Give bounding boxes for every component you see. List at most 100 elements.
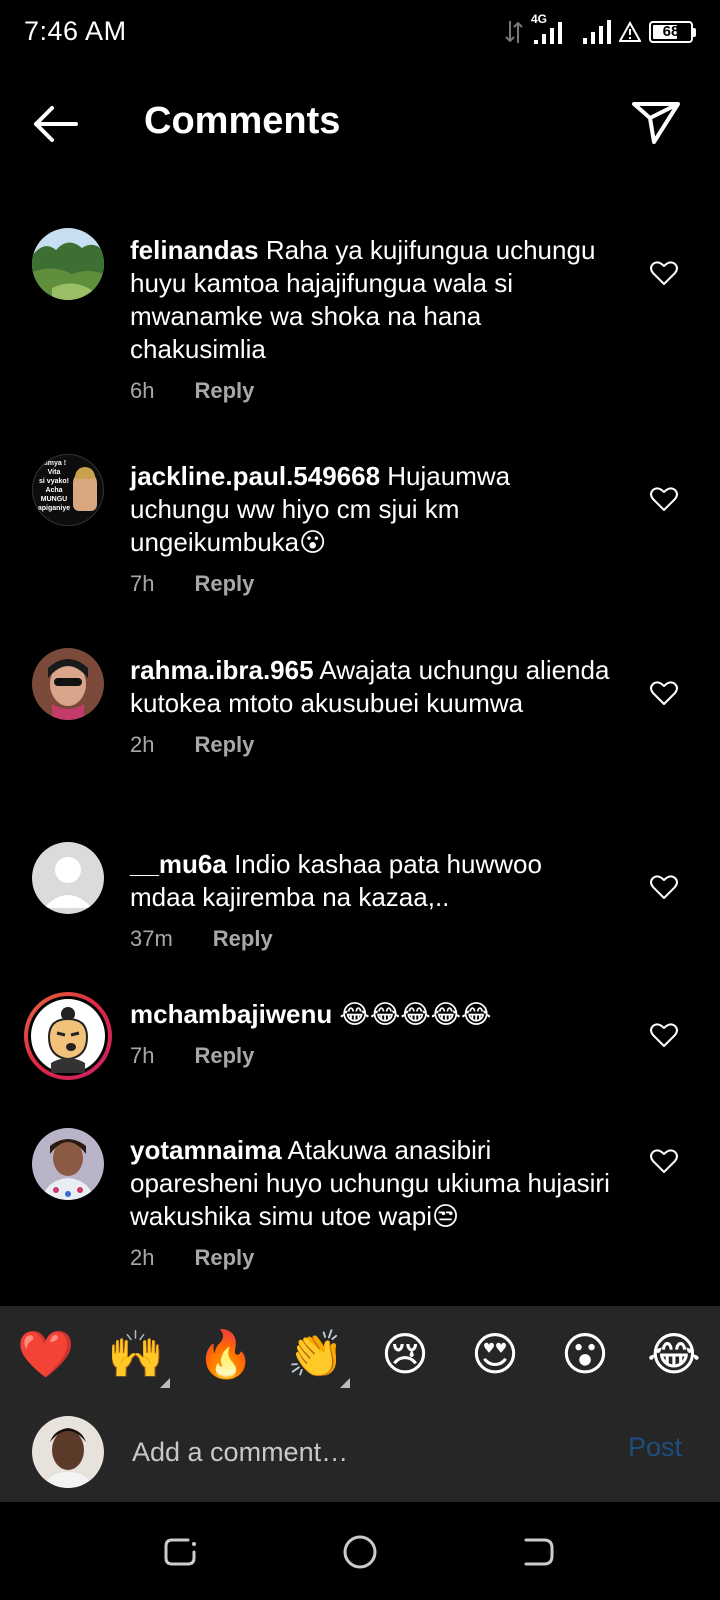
signal-4g-icon: 4G [531, 12, 573, 46]
like-button[interactable] [650, 1148, 678, 1174]
recents-icon [164, 1538, 196, 1566]
comment-text: __mu6a Indio kashaa pata huwwoo mdaa kaj… [130, 848, 610, 914]
comment-item: kimya ! Vita si vyako! Acha MUNGU apigan… [0, 454, 720, 604]
emoji-clapping-hands[interactable]: 👏 [286, 1324, 346, 1384]
battery-icon: 68 [649, 21, 696, 43]
nav-back-icon [524, 1538, 554, 1566]
comment-meta: 7h Reply [130, 571, 610, 597]
reply-button[interactable]: Reply [194, 571, 254, 597]
warning-icon [619, 21, 641, 42]
heart-icon [650, 875, 678, 899]
comment-time: 2h [130, 1245, 155, 1270]
back-button[interactable] [30, 102, 80, 146]
recents-button[interactable] [160, 1532, 200, 1572]
page-title: Comments [144, 100, 341, 142]
comment-input-bar: Post [0, 1402, 720, 1502]
emoji-raised-hands[interactable]: 🙌 [106, 1324, 166, 1384]
heart-icon [650, 261, 678, 285]
comment-meta: 7h Reply [130, 1043, 610, 1069]
arrow-left-icon [34, 106, 78, 142]
comment-text: felinandas Raha ya kujifungua uchungu hu… [130, 234, 610, 366]
comment-username[interactable]: __mu6a [130, 849, 227, 879]
emoji-heart[interactable]: ❤️ [16, 1324, 76, 1384]
comment-username[interactable]: felinandas [130, 235, 259, 265]
status-time: 7:46 AM [24, 16, 127, 46]
reply-button[interactable]: Reply [194, 1043, 254, 1069]
avatar[interactable] [32, 228, 104, 300]
comment-input[interactable] [132, 1420, 602, 1484]
reply-button[interactable]: Reply [194, 1245, 254, 1271]
heart-icon [650, 1149, 678, 1173]
like-button[interactable] [650, 486, 678, 512]
comment-item: felinandas Raha ya kujifungua uchungu hu… [0, 228, 720, 418]
emoji-crying-face[interactable]: 😢 [375, 1324, 435, 1384]
comment-item: __mu6a Indio kashaa pata huwwoo mdaa kaj… [0, 842, 720, 962]
battery-level: 68 [662, 23, 680, 40]
nav-back-button[interactable] [518, 1532, 558, 1572]
status-bar: 7:46 AM 4G 68 [0, 0, 720, 64]
reply-button[interactable]: Reply [194, 378, 254, 404]
like-button[interactable] [650, 874, 678, 900]
avatar-caption: Vita [47, 469, 61, 476]
comment-item: rahma.ibra.965 Awajata uchungu alienda k… [0, 648, 720, 798]
emoji-heart-eyes[interactable]: 😍 [465, 1324, 525, 1384]
comment-body: mchambajiwenu 😂😂😂😂😂 7h Reply [130, 998, 610, 1069]
avatar-caption: kimya ! [41, 460, 67, 467]
comment-item: yotamnaima Atakuwa anasibiri oparesheni … [0, 1128, 720, 1278]
paper-plane-icon [632, 102, 680, 144]
comment-time: 6h [130, 378, 155, 403]
avatar-story-ring[interactable] [24, 992, 112, 1080]
heart-icon [650, 1023, 678, 1047]
comment-meta: 2h Reply [130, 732, 610, 758]
avatar[interactable] [32, 648, 104, 720]
heart-icon [650, 487, 678, 511]
like-button[interactable] [650, 260, 678, 286]
comment-text: rahma.ibra.965 Awajata uchungu alienda k… [130, 654, 610, 720]
comment-body: felinandas Raha ya kujifungua uchungu hu… [130, 234, 610, 404]
comment-text: mchambajiwenu 😂😂😂😂😂 [130, 998, 610, 1031]
comment-meta: 2h Reply [130, 1245, 610, 1271]
avatar[interactable]: kimya ! Vita si vyako! Acha MUNGU apigan… [32, 454, 104, 526]
header: Comments [0, 80, 720, 168]
emoji-surprised-face[interactable]: 😮 [555, 1324, 615, 1384]
comment-meta: 6h Reply [130, 378, 610, 404]
comment-time: 7h [130, 1043, 155, 1068]
avatar [31, 999, 105, 1073]
avatar[interactable] [32, 1128, 104, 1200]
heart-icon [650, 681, 678, 705]
avatar[interactable] [32, 842, 104, 914]
data-transfer-icon [505, 21, 523, 43]
signal-bars-icon [583, 20, 611, 44]
comment-time: 7h [130, 571, 155, 596]
comment-username[interactable]: jackline.paul.549668 [130, 461, 380, 491]
comment-text: jackline.paul.549668 Hujaumwa uchungu ww… [130, 460, 610, 559]
comment-username[interactable]: mchambajiwenu [130, 999, 332, 1029]
comment-body: jackline.paul.549668 Hujaumwa uchungu ww… [130, 460, 610, 597]
comment-text: yotamnaima Atakuwa anasibiri oparesheni … [130, 1134, 610, 1233]
avatar-caption: si vyako! [39, 478, 69, 485]
comment-content: 😂😂😂😂😂 [332, 999, 492, 1029]
share-button[interactable] [630, 96, 682, 148]
avatar-caption: MUNGU [40, 496, 68, 503]
comment-username[interactable]: yotamnaima [130, 1135, 282, 1165]
avatar-caption: apiganiye [37, 505, 71, 512]
avatar-caption: Acha [45, 487, 63, 494]
emoji-fire[interactable]: 🔥 [196, 1324, 256, 1384]
like-button[interactable] [650, 1022, 678, 1048]
home-circle-icon [343, 1535, 377, 1569]
comment-time: 37m [130, 926, 173, 951]
comment-item: mchambajiwenu 😂😂😂😂😂 7h Reply [0, 992, 720, 1102]
current-user-avatar [32, 1416, 104, 1488]
home-button[interactable] [340, 1532, 380, 1572]
emoji-quick-bar: ❤️ 🙌 🔥 👏 😢 😍 😮 😂 [0, 1306, 720, 1402]
reply-button[interactable]: Reply [213, 926, 273, 952]
reply-button[interactable]: Reply [194, 732, 254, 758]
like-button[interactable] [650, 680, 678, 706]
status-icons: 4G 68 [505, 12, 696, 46]
comment-body: rahma.ibra.965 Awajata uchungu alienda k… [130, 654, 610, 758]
comment-time: 2h [130, 732, 155, 757]
comment-body: yotamnaima Atakuwa anasibiri oparesheni … [130, 1134, 610, 1271]
emoji-tears-of-joy[interactable]: 😂 [644, 1324, 704, 1384]
comment-username[interactable]: rahma.ibra.965 [130, 655, 314, 685]
post-button[interactable]: Post [628, 1432, 682, 1463]
